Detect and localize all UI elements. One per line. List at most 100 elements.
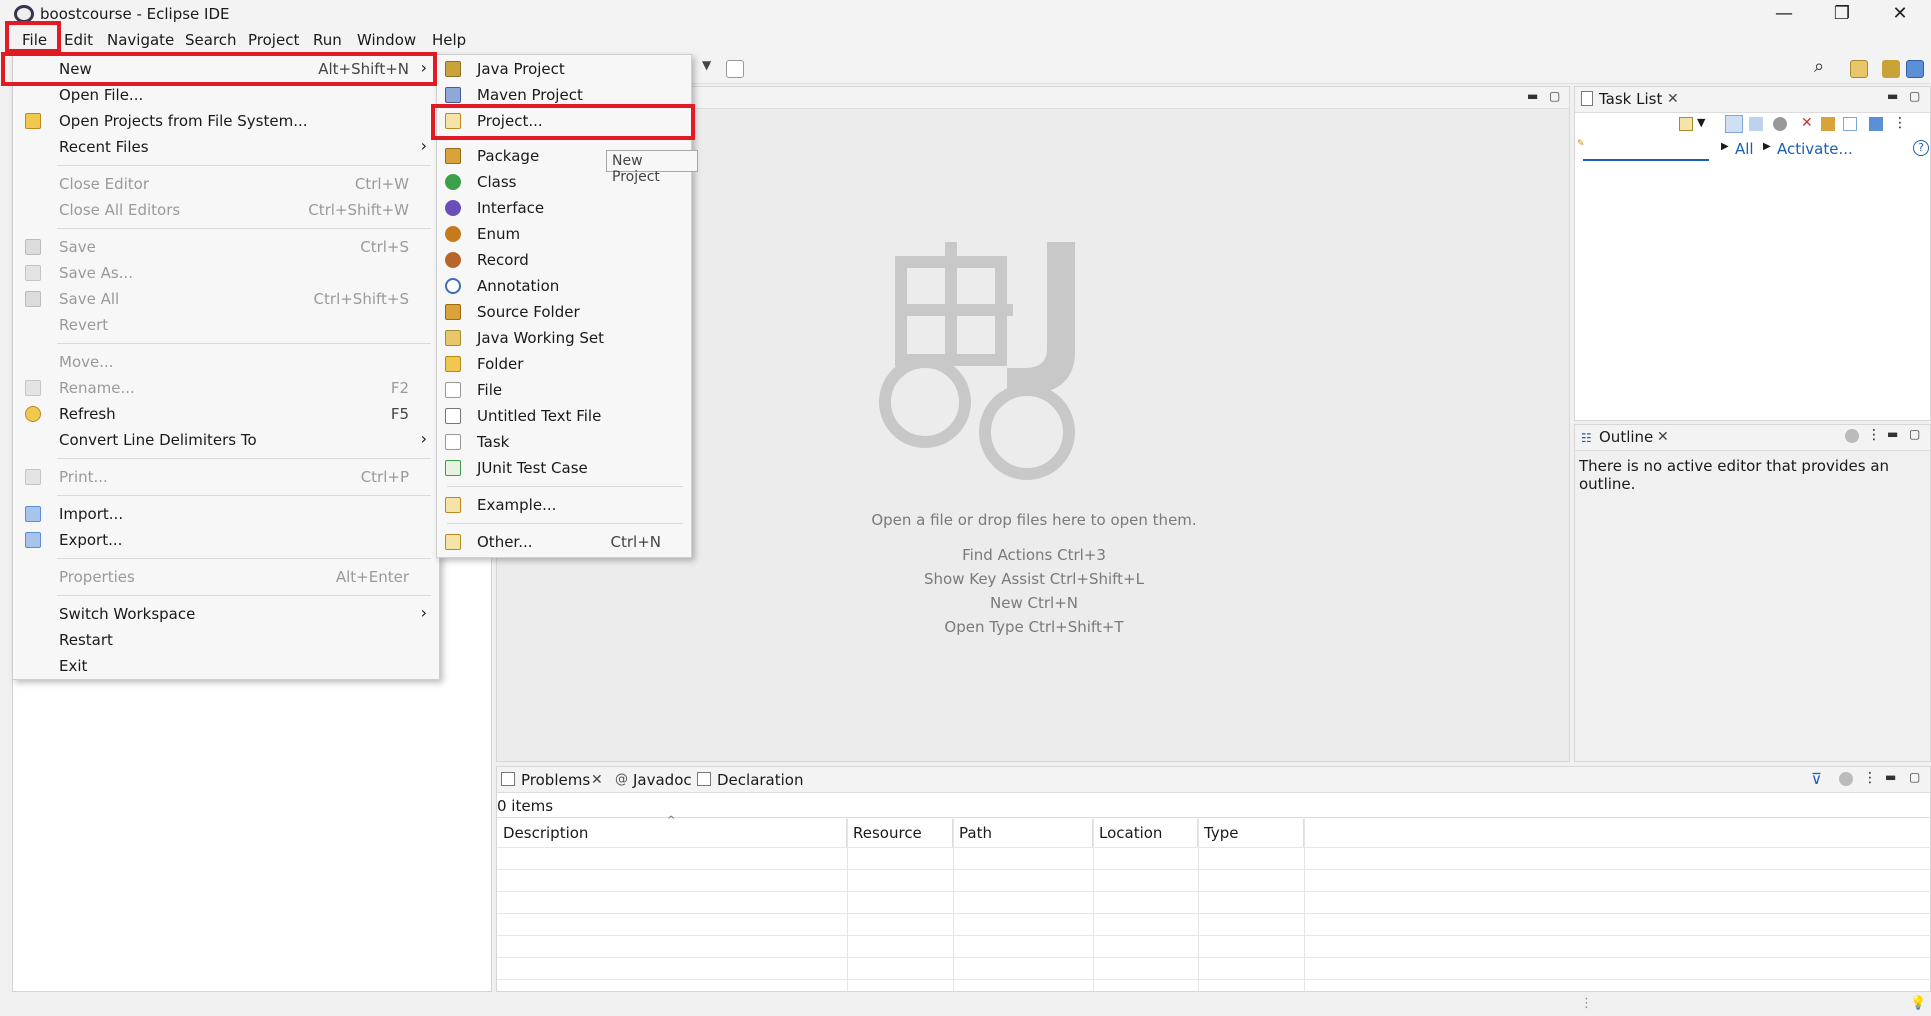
close-button[interactable]: ✕ [1871,0,1929,28]
new-other[interactable]: Other... Ctrl+N [437,529,691,555]
new-folder[interactable]: Folder [437,351,691,377]
new-enum[interactable]: Enum [437,221,691,247]
activate-link[interactable]: Activate... [1777,140,1853,158]
view-menu-icon[interactable]: ⋮ [1863,770,1877,786]
new-interface[interactable]: Interface [437,195,691,221]
minimize-icon[interactable]: ▬ [1887,89,1898,103]
menu-item-rename: Rename... F2 [13,375,439,401]
tab-task-list[interactable]: Task List [1599,90,1662,108]
menu-search[interactable]: Search [185,31,237,49]
new-java-project[interactable]: Java Project [437,56,691,82]
menu-edit[interactable]: Edit [64,31,93,49]
close-icon[interactable]: ✕ [1657,429,1669,445]
maximize-icon[interactable]: ▢ [1909,427,1920,441]
problems-icon [501,772,515,786]
outline-message: There is no active editor that provides … [1579,457,1890,493]
filter-icon[interactable]: ⊽ [1811,770,1822,788]
column-location[interactable]: Location [1093,819,1198,847]
menu-help[interactable]: Help [432,31,466,49]
new-junit-test-case[interactable]: JUnit Test Case [437,455,691,481]
menu-item-refresh[interactable]: Refresh F5 [13,401,439,427]
new-record[interactable]: Record [437,247,691,273]
tab-javadoc[interactable]: Javadoc [633,771,692,789]
shortcut-key-assist: Show Key Assist Ctrl+Shift+L [923,570,1144,588]
new-java-working-set[interactable]: Java Working Set [437,325,691,351]
close-icon[interactable]: ✕ [591,772,603,788]
search-icon[interactable]: ⌕ [1814,56,1824,77]
tab-outline[interactable]: Outline [1599,428,1653,446]
collapse-all-icon[interactable] [1843,117,1857,131]
java-project-icon [445,61,461,77]
java-ee-perspective-icon[interactable] [1882,60,1900,78]
new-example[interactable]: Example... [437,492,691,518]
column-type[interactable]: Type [1198,819,1304,847]
menu-item-switch-workspace[interactable]: Switch Workspace › [13,601,439,627]
tab-problems[interactable]: Problems [521,771,590,789]
menu-item-restart[interactable]: Restart [13,627,439,653]
restore-button[interactable]: ❐ [1813,0,1871,28]
new-annotation[interactable]: Annotation [437,273,691,299]
view-menu-icon[interactable]: ⋮ [1867,427,1881,443]
enum-icon [445,226,461,242]
categorized-icon[interactable] [1725,115,1743,133]
help-icon[interactable]: ? [1913,140,1929,156]
print-icon [25,469,41,485]
menu-window[interactable]: Window [357,31,416,49]
close-icon[interactable]: ✕ [1667,91,1679,107]
menu-item-close-all-editors: Close All Editors Ctrl+Shift+W [59,201,409,219]
column-description[interactable]: Description [497,819,847,847]
filter-all-link[interactable]: All [1735,140,1754,158]
menu-item-open-projects[interactable]: Open Projects from File System... [13,108,439,134]
highlight-project-item [431,104,695,140]
new-project-tooltip: New Project [606,150,698,185]
menu-item-convert-line-delimiters[interactable]: Convert Line Delimiters To › [13,427,439,453]
filter-completed-icon[interactable]: ✕ [1801,115,1813,131]
task-filter-input[interactable] [1583,139,1709,161]
annotation-icon [445,278,461,294]
focus-icon[interactable] [1773,117,1787,131]
maximize-icon[interactable]: ▢ [1549,89,1560,103]
menu-item-recent-files[interactable]: Recent Files › [13,134,439,160]
column-path[interactable]: Path [953,819,1093,847]
minimize-icon[interactable]: ▬ [1527,89,1538,103]
chevron-down-icon[interactable]: ▼ [1697,116,1705,129]
menu-item-save-as: Save As... [13,260,439,286]
save-as-icon [25,265,41,281]
column-resource[interactable]: Resource [847,819,953,847]
tab-declaration[interactable]: Declaration [717,771,803,789]
view-menu-icon[interactable]: ⋮ [1893,115,1907,131]
synchronize-icon[interactable] [1869,117,1883,131]
minimize-button[interactable]: — [1755,0,1813,28]
chevron-right-icon: › [420,136,427,155]
new-untitled-text-file[interactable]: Untitled Text File [437,403,691,429]
file-icon [445,382,461,398]
menu-project[interactable]: Project [248,31,299,49]
menu-item-exit[interactable]: Exit [13,653,439,679]
new-source-folder[interactable]: Source Folder [437,299,691,325]
focus-icon[interactable] [1839,772,1853,786]
junit-icon [445,460,461,476]
scheduled-icon[interactable] [1749,117,1763,131]
minimize-icon[interactable]: ▬ [1887,427,1898,441]
lightbulb-icon[interactable]: 💡 [1910,996,1926,1011]
menu-run[interactable]: Run [313,31,342,49]
status-bar: ⋮ 💡 [0,994,1931,1016]
java-perspective-icon[interactable] [1906,60,1924,78]
maximize-icon[interactable]: ▢ [1909,770,1920,784]
dropdown-arrow-icon[interactable]: ▼ [702,58,711,72]
menu-item-import[interactable]: Import... [13,501,439,527]
open-perspective-icon[interactable] [1850,60,1868,78]
maximize-icon[interactable]: ▢ [1909,89,1920,103]
new-window-icon[interactable] [726,60,744,78]
javadoc-icon: @ [615,772,628,787]
menu-item-save-all: Save All Ctrl+Shift+S [13,286,439,312]
chevron-right-icon: ▶ [1721,141,1729,152]
show-ui-legend-icon[interactable] [1821,117,1835,131]
focus-icon[interactable] [1845,429,1859,443]
new-task[interactable]: Task [437,429,691,455]
menu-navigate[interactable]: Navigate [107,31,174,49]
minimize-icon[interactable]: ▬ [1885,770,1896,784]
new-file[interactable]: File [437,377,691,403]
menu-item-export[interactable]: Export... [13,527,439,553]
new-task-icon[interactable] [1679,117,1693,131]
